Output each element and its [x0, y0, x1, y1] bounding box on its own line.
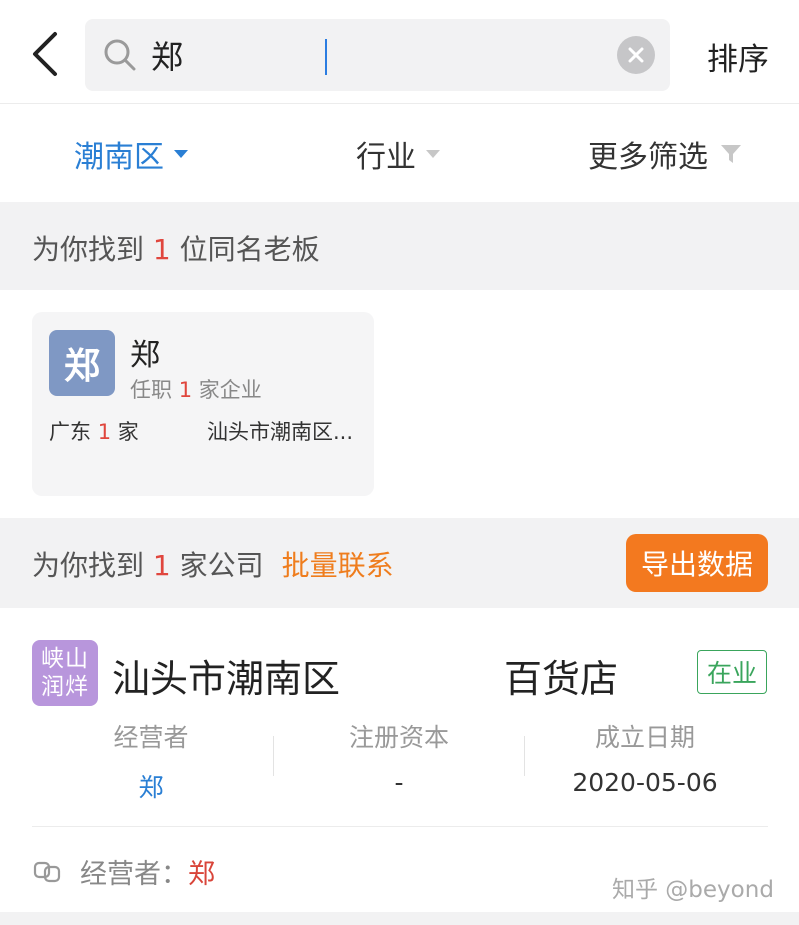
status-badge: 在业: [697, 650, 767, 694]
company-results-summary: 为你找到 1 家公司 批量联系: [32, 549, 394, 582]
funnel-icon: [721, 145, 741, 163]
company-results-header: 为你找到 1 家公司 批量联系 导出数据: [0, 518, 799, 608]
back-button[interactable]: [24, 28, 64, 80]
more-filters[interactable]: 更多筛选: [588, 134, 742, 175]
more-filters-label: 更多筛选: [588, 140, 708, 175]
capital-value: -: [394, 768, 404, 797]
watermark: 知乎 @beyond: [612, 877, 774, 903]
clear-search-button[interactable]: [617, 36, 655, 74]
operator-value[interactable]: 郑: [26, 768, 276, 804]
industry-filter[interactable]: 行业: [356, 134, 440, 175]
company-name[interactable]: 汕头市潮南区 百货店: [112, 648, 618, 703]
operator-label: 经营者: [113, 723, 189, 752]
company-logo: 峡山 润烊: [32, 640, 98, 706]
boss-name: 郑: [130, 338, 160, 373]
boss-position-count: 任职 1 家企业: [130, 378, 262, 402]
capital-info: 注册资本 -: [274, 718, 524, 797]
export-data-button[interactable]: 导出数据: [626, 534, 768, 592]
boss-region: 广东 1 家: [49, 420, 139, 444]
founded-label: 成立日期: [594, 723, 695, 752]
boss-card[interactable]: 郑 郑 任职 1 家企业 广东 1 家 汕头市潮南区...: [32, 312, 374, 496]
operator-footer: 经营者：郑: [32, 852, 215, 891]
operator-name-link[interactable]: 郑: [188, 852, 215, 891]
boss-results: 郑 郑 任职 1 家企业 广东 1 家 汕头市潮南区...: [0, 290, 799, 518]
link-icon: [33, 861, 61, 882]
batch-contact-link[interactable]: 批量联系: [282, 549, 394, 582]
divider: [32, 826, 768, 827]
capital-label: 注册资本: [348, 723, 449, 752]
sort-button[interactable]: 排序: [690, 34, 786, 78]
avatar: 郑: [49, 330, 115, 396]
close-icon: [628, 47, 644, 63]
search-box[interactable]: [85, 19, 670, 91]
region-filter[interactable]: 潮南区: [74, 134, 188, 175]
search-icon: [104, 39, 136, 71]
chevron-left-icon: [33, 32, 57, 76]
boss-count: 1: [152, 233, 171, 266]
industry-filter-label: 行业: [356, 140, 416, 175]
top-bar: 排序: [0, 0, 799, 104]
caret-down-icon: [426, 150, 440, 158]
company-count: 1: [152, 549, 171, 582]
boss-results-header: 为你找到 1 位同名老板: [0, 202, 799, 290]
boss-address: 汕头市潮南区...: [207, 420, 354, 444]
search-input[interactable]: [151, 33, 611, 77]
company-card[interactable]: 峡山 润烊 汕头市潮南区 百货店 在业 经营者 郑 注册资本 - 成立日期 202…: [0, 608, 799, 912]
region-filter-label: 潮南区: [74, 140, 164, 175]
boss-results-summary: 为你找到 1 位同名老板: [32, 233, 320, 266]
caret-down-icon: [174, 150, 188, 158]
filter-bar: 潮南区 行业 更多筛选: [0, 104, 799, 202]
bottom-divider: [0, 912, 799, 925]
operator-info: 经营者 郑: [26, 718, 276, 804]
founded-info: 成立日期 2020-05-06: [520, 718, 770, 797]
text-caret: [325, 39, 327, 75]
founded-value: 2020-05-06: [572, 768, 718, 797]
